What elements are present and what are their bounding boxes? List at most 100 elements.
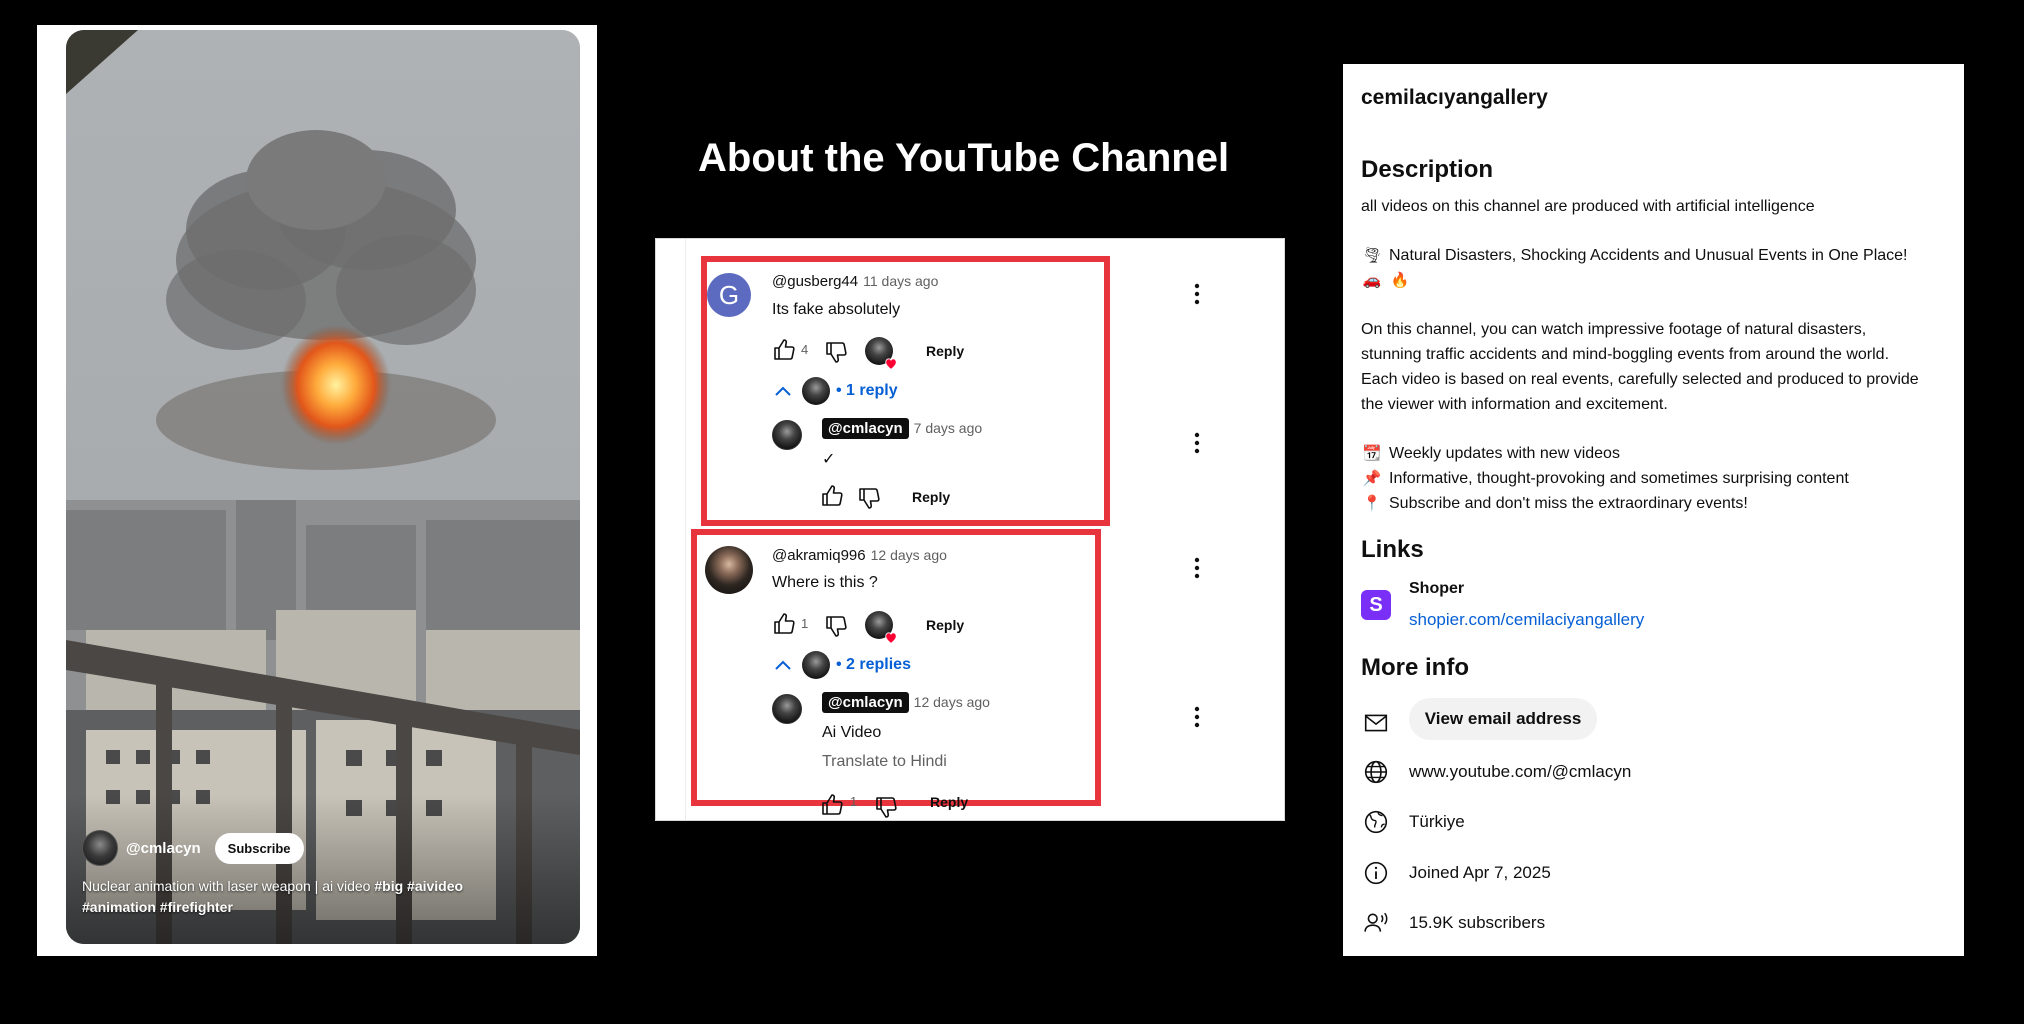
comment-author[interactable]: @gusberg44 [772,273,858,290]
description-line: 🌪 Natural Disasters, Shocking Accidents a… [1361,243,1907,268]
channel-url[interactable]: www.youtube.com/@cmlacyn [1409,762,1631,782]
dislike-icon[interactable] [824,614,848,638]
video-card: @cmlacyn Subscribe Nuclear animation wit… [37,25,597,956]
replies-toggle[interactable]: • 2 replies [774,651,911,679]
subscribe-button[interactable]: Subscribe [214,832,304,864]
video-thumbnail[interactable]: @cmlacyn Subscribe Nuclear animation wit… [66,30,580,944]
dislike-icon[interactable] [857,486,881,510]
like-count: 1 [801,616,809,631]
section-title: About the YouTube Channel [698,136,1230,180]
like-icon[interactable] [820,484,844,508]
creator-heart [865,337,897,370]
comment-avatar[interactable]: G [707,273,751,317]
location-emoji: 📍 [1362,495,1382,512]
hashtag-animation[interactable]: #animation [82,899,156,915]
like-count: 4 [801,342,809,357]
subscribers-icon [1364,912,1388,932]
reply-time: 12 days ago [913,694,990,710]
video-overlay-gradient [66,794,580,944]
highlight-box-1 [701,256,1110,526]
creator-avatar [802,651,830,679]
creator-heart [865,611,897,644]
chevron-up-icon [775,660,791,670]
hashtag-firefighter[interactable]: #firefighter [160,899,233,915]
creator-avatar [802,377,830,405]
calendar-emoji: 📆 [1362,445,1382,462]
reply-author-chip[interactable]: @cmlacyn [822,418,909,439]
bullet-dot: • [836,382,847,399]
joined-date: Joined Apr 7, 2025 [1409,863,1551,882]
description-bullet: 📌 Informative, thought-provoking and some… [1361,466,1849,491]
dislike-icon[interactable] [824,340,848,364]
heart-icon [885,632,897,644]
replies-toggle[interactable]: • 1 reply [774,377,898,405]
comment-text: Where is this ? [772,574,878,591]
reply-button[interactable]: Reply [926,343,964,359]
country-globe-icon [1364,810,1388,834]
link-url[interactable]: shopier.com/cemilaciyangallery [1409,610,1644,630]
replies-count[interactable]: 2 replies [846,656,911,674]
emoji-line: 🚗 🔥 [1361,268,1417,293]
description-line: Each video is based on real events, care… [1361,371,1919,388]
about-panel: cemilacıyangallery Description all video… [1343,64,1964,956]
car-emoji: 🚗 [1362,272,1382,289]
hashtag-aivideo[interactable]: #aivideo [407,878,463,894]
reply-button[interactable]: Reply [912,489,950,505]
chevron-up-icon [775,386,791,396]
globe-icon [1364,760,1388,784]
channel-avatar[interactable] [82,830,118,866]
info-icon [1364,861,1388,885]
reply-avatar[interactable] [772,694,802,724]
comment-text: Its fake absolutely [772,301,901,318]
like-icon[interactable] [772,338,796,362]
comment-author[interactable]: @akramiq996 [772,547,866,564]
dislike-icon[interactable] [874,795,898,819]
comment-time: 12 days ago [870,547,947,563]
more-info-heading: More info [1361,654,1469,681]
comment-avatar[interactable] [705,546,753,594]
comment-author-row: @akramiq996 12 days ago [772,547,947,564]
view-email-button[interactable]: View email address [1409,698,1597,740]
reply-author-row: @cmlacyn 12 days ago [822,692,990,713]
replies-count[interactable]: 1 reply [846,382,898,400]
more-options-icon[interactable] [1193,706,1201,728]
like-icon[interactable] [820,793,844,817]
channel-handle[interactable]: @cmlacyn [126,840,201,857]
video-caption: Nuclear animation with laser weapon | ai… [82,876,552,918]
like-count: 1 [850,794,858,809]
comment-time: 11 days ago [863,273,939,289]
bullet-dot: • [836,656,847,673]
reply-author-chip[interactable]: @cmlacyn [822,692,909,713]
fire-emoji: 🔥 [1390,272,1410,289]
reply-button[interactable]: Reply [930,794,968,810]
panel-divider [685,239,686,820]
pin-emoji: 📌 [1362,470,1382,487]
more-options-icon[interactable] [1193,283,1201,305]
hashtag-big[interactable]: #big [374,878,403,894]
caption-text: Nuclear animation with laser weapon | ai… [82,878,371,894]
reply-text: Ai Video [822,724,882,741]
reply-text: ✓ [822,451,836,468]
comments-panel: G @gusberg44 11 days ago Its fake absolut… [655,238,1285,821]
description-line: all videos on this channel are produced … [1361,198,1815,215]
more-options-icon[interactable] [1193,557,1201,579]
translate-link[interactable]: Translate to Hindi [822,753,947,771]
subscriber-count: 15.9K subscribers [1409,913,1546,932]
description-line: On this channel, you can watch impressiv… [1361,321,1867,338]
reply-button[interactable]: Reply [926,617,964,633]
bullet-text: Subscribe and don't miss the extraordina… [1389,495,1748,512]
bullet-text: Weekly updates with new videos [1389,445,1620,462]
more-options-icon[interactable] [1193,432,1201,454]
link-title: Shoper [1409,580,1465,597]
shoper-logo[interactable]: S [1361,590,1391,620]
description-heading: Description [1361,156,1494,183]
tornado-emoji: 🌪 [1362,247,1382,264]
channel-name: cemilacıyangallery [1361,86,1548,109]
links-heading: Links [1361,536,1424,563]
description-bullet: 📍 Subscribe and don't miss the extraordin… [1361,491,1748,516]
country-text: Türkiye [1409,812,1465,831]
like-icon[interactable] [772,612,796,636]
video-channel-row: @cmlacyn Subscribe [82,830,304,866]
description-line: the viewer with information and exciteme… [1361,396,1668,413]
reply-avatar[interactable] [772,420,802,450]
